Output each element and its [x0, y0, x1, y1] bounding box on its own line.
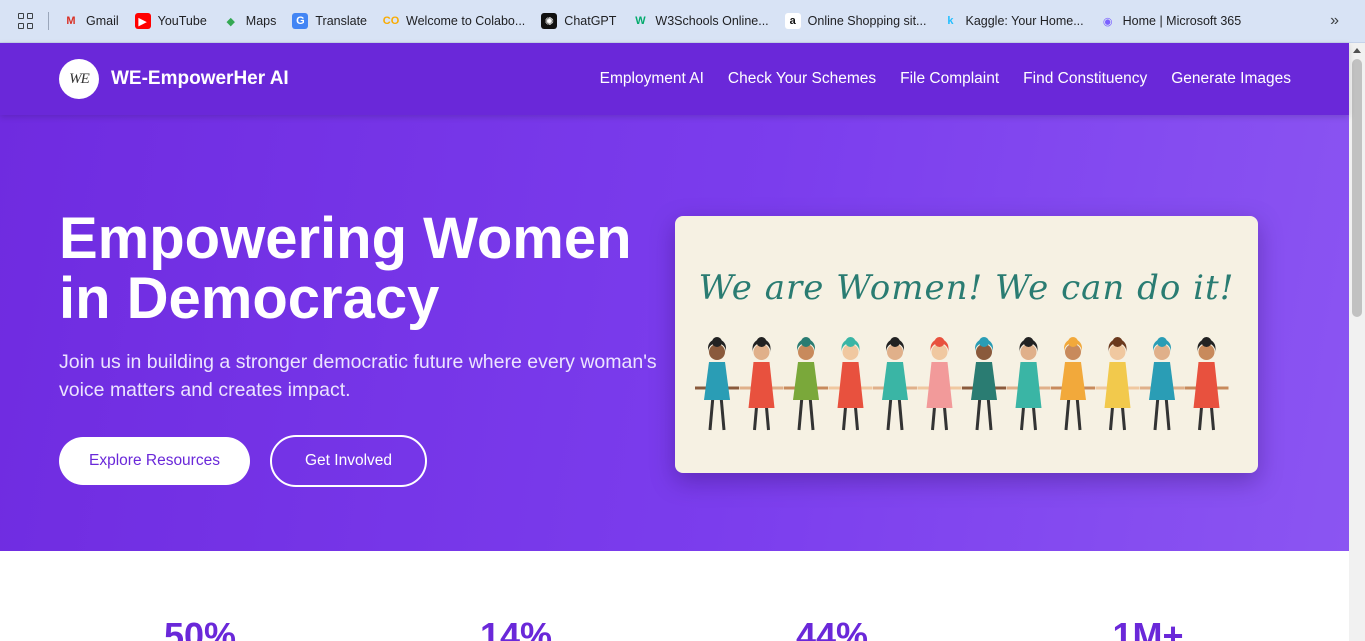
woman-figure — [1006, 337, 1051, 431]
woman-figure — [1140, 337, 1184, 431]
bookmark-list: M Gmail ▶ YouTube ◆ Maps G Translate CO Welcome t… — [63, 13, 1257, 29]
translate-icon: G — [292, 13, 309, 29]
youtube-icon: ▶ — [134, 13, 151, 29]
logo-text: WE — [69, 70, 90, 87]
woman-figure — [962, 337, 1006, 431]
woman-figure — [828, 337, 873, 431]
woman-figure — [1051, 337, 1095, 431]
woman-figure — [739, 337, 784, 431]
bookmark-label: Translate — [315, 14, 368, 28]
woman-figure — [695, 337, 739, 431]
nav-generate-images[interactable]: Generate Images — [1171, 70, 1291, 88]
hero-illustration: We are Women! We can do it! — [675, 216, 1258, 473]
stat-value: 50% — [163, 615, 237, 641]
get-involved-button[interactable]: Get Involved — [270, 435, 427, 487]
stat-value: 14% — [479, 615, 553, 641]
page: M Gmail ▶ YouTube ◆ Maps G Translate CO Welcome t… — [0, 0, 1365, 641]
colab-icon: CO — [382, 15, 400, 27]
page-scrollbar[interactable] — [1349, 43, 1365, 641]
bookmark-item[interactable]: ✺ ChatGPT — [541, 13, 616, 29]
brand-name[interactable]: WE-EmpowerHer AI — [111, 68, 289, 90]
nav-file-complaint[interactable]: File Complaint — [900, 70, 999, 88]
bookmark-item[interactable]: G Translate — [292, 13, 367, 29]
logo[interactable]: WE — [59, 59, 99, 99]
nav-check-schemes[interactable]: Check Your Schemes — [728, 70, 876, 88]
bookmarks-divider — [48, 12, 49, 30]
bookmarks-bar: M Gmail ▶ YouTube ◆ Maps G Translate CO Welcome t… — [0, 0, 1365, 43]
hero-title: Empowering Women in Democracy — [59, 206, 632, 331]
bookmark-label: Home | Microsoft 365 — [1122, 14, 1242, 28]
maps-icon: ◆ — [226, 15, 236, 28]
bookmark-item[interactable]: ◆ Maps — [223, 13, 277, 29]
bookmark-label: Kaggle: Your Home... — [965, 14, 1084, 28]
nav-employment-ai[interactable]: Employment AI — [600, 70, 704, 88]
chatgpt-icon: ✺ — [541, 13, 558, 29]
woman-figure — [873, 337, 917, 431]
hero-section: Empowering Women in Democracy Join us in… — [0, 115, 1349, 551]
bookmark-label: YouTube — [157, 14, 207, 28]
bookmark-item[interactable]: CO Welcome to Colabo... — [382, 13, 526, 29]
w3schools-icon: W — [635, 15, 646, 27]
bookmark-label: Maps — [245, 14, 277, 28]
woman-figure — [1095, 337, 1140, 431]
stat-value: 1M+ — [1112, 615, 1184, 641]
bookmark-item[interactable]: ◉ Home | Microsoft 365 — [1100, 13, 1242, 29]
hero-subtitle: Join us in building a stronger democrati… — [59, 351, 657, 401]
apps-grid-icon[interactable] — [18, 13, 34, 29]
amazon-icon: a — [784, 13, 801, 29]
bookmark-label: W3Schools Online... — [655, 14, 769, 28]
woman-figure — [784, 337, 828, 431]
kaggle-icon: k — [947, 15, 954, 27]
site-header: WE WE-EmpowerHer AI Employment AI Check … — [0, 43, 1349, 115]
nav-find-constituency[interactable]: Find Constituency — [1023, 70, 1147, 88]
bookmark-label: Online Shopping sit... — [807, 14, 927, 28]
bookmark-label: ChatGPT — [564, 14, 617, 28]
stat-value: 44% — [795, 615, 869, 641]
woman-figure — [1184, 337, 1229, 431]
bookmark-label: Welcome to Colabo... — [406, 14, 526, 28]
stats-section: 50% 14% 44% 1M+ — [0, 551, 1349, 641]
bookmark-item[interactable]: ▶ YouTube — [134, 13, 207, 29]
bookmark-item[interactable]: a Online Shopping sit... — [784, 13, 927, 29]
gmail-icon: M — [66, 15, 76, 27]
women-holding-hands-illustration — [695, 337, 1229, 431]
bookmark-item[interactable]: W W3Schools Online... — [632, 13, 768, 29]
woman-figure — [917, 337, 962, 431]
scroll-up-arrow-icon[interactable] — [1353, 48, 1361, 53]
bookmark-item[interactable]: M Gmail — [63, 13, 119, 29]
more-bookmarks-icon[interactable]: » — [1330, 12, 1339, 30]
main-nav: Employment AI Check Your Schemes File Co… — [600, 70, 1291, 88]
explore-resources-button[interactable]: Explore Resources — [59, 437, 250, 485]
scrollbar-thumb[interactable] — [1352, 59, 1362, 317]
bookmark-label: Gmail — [86, 14, 119, 28]
microsoft365-icon: ◉ — [1102, 15, 1113, 28]
bookmark-item[interactable]: k Kaggle: Your Home... — [942, 13, 1083, 29]
